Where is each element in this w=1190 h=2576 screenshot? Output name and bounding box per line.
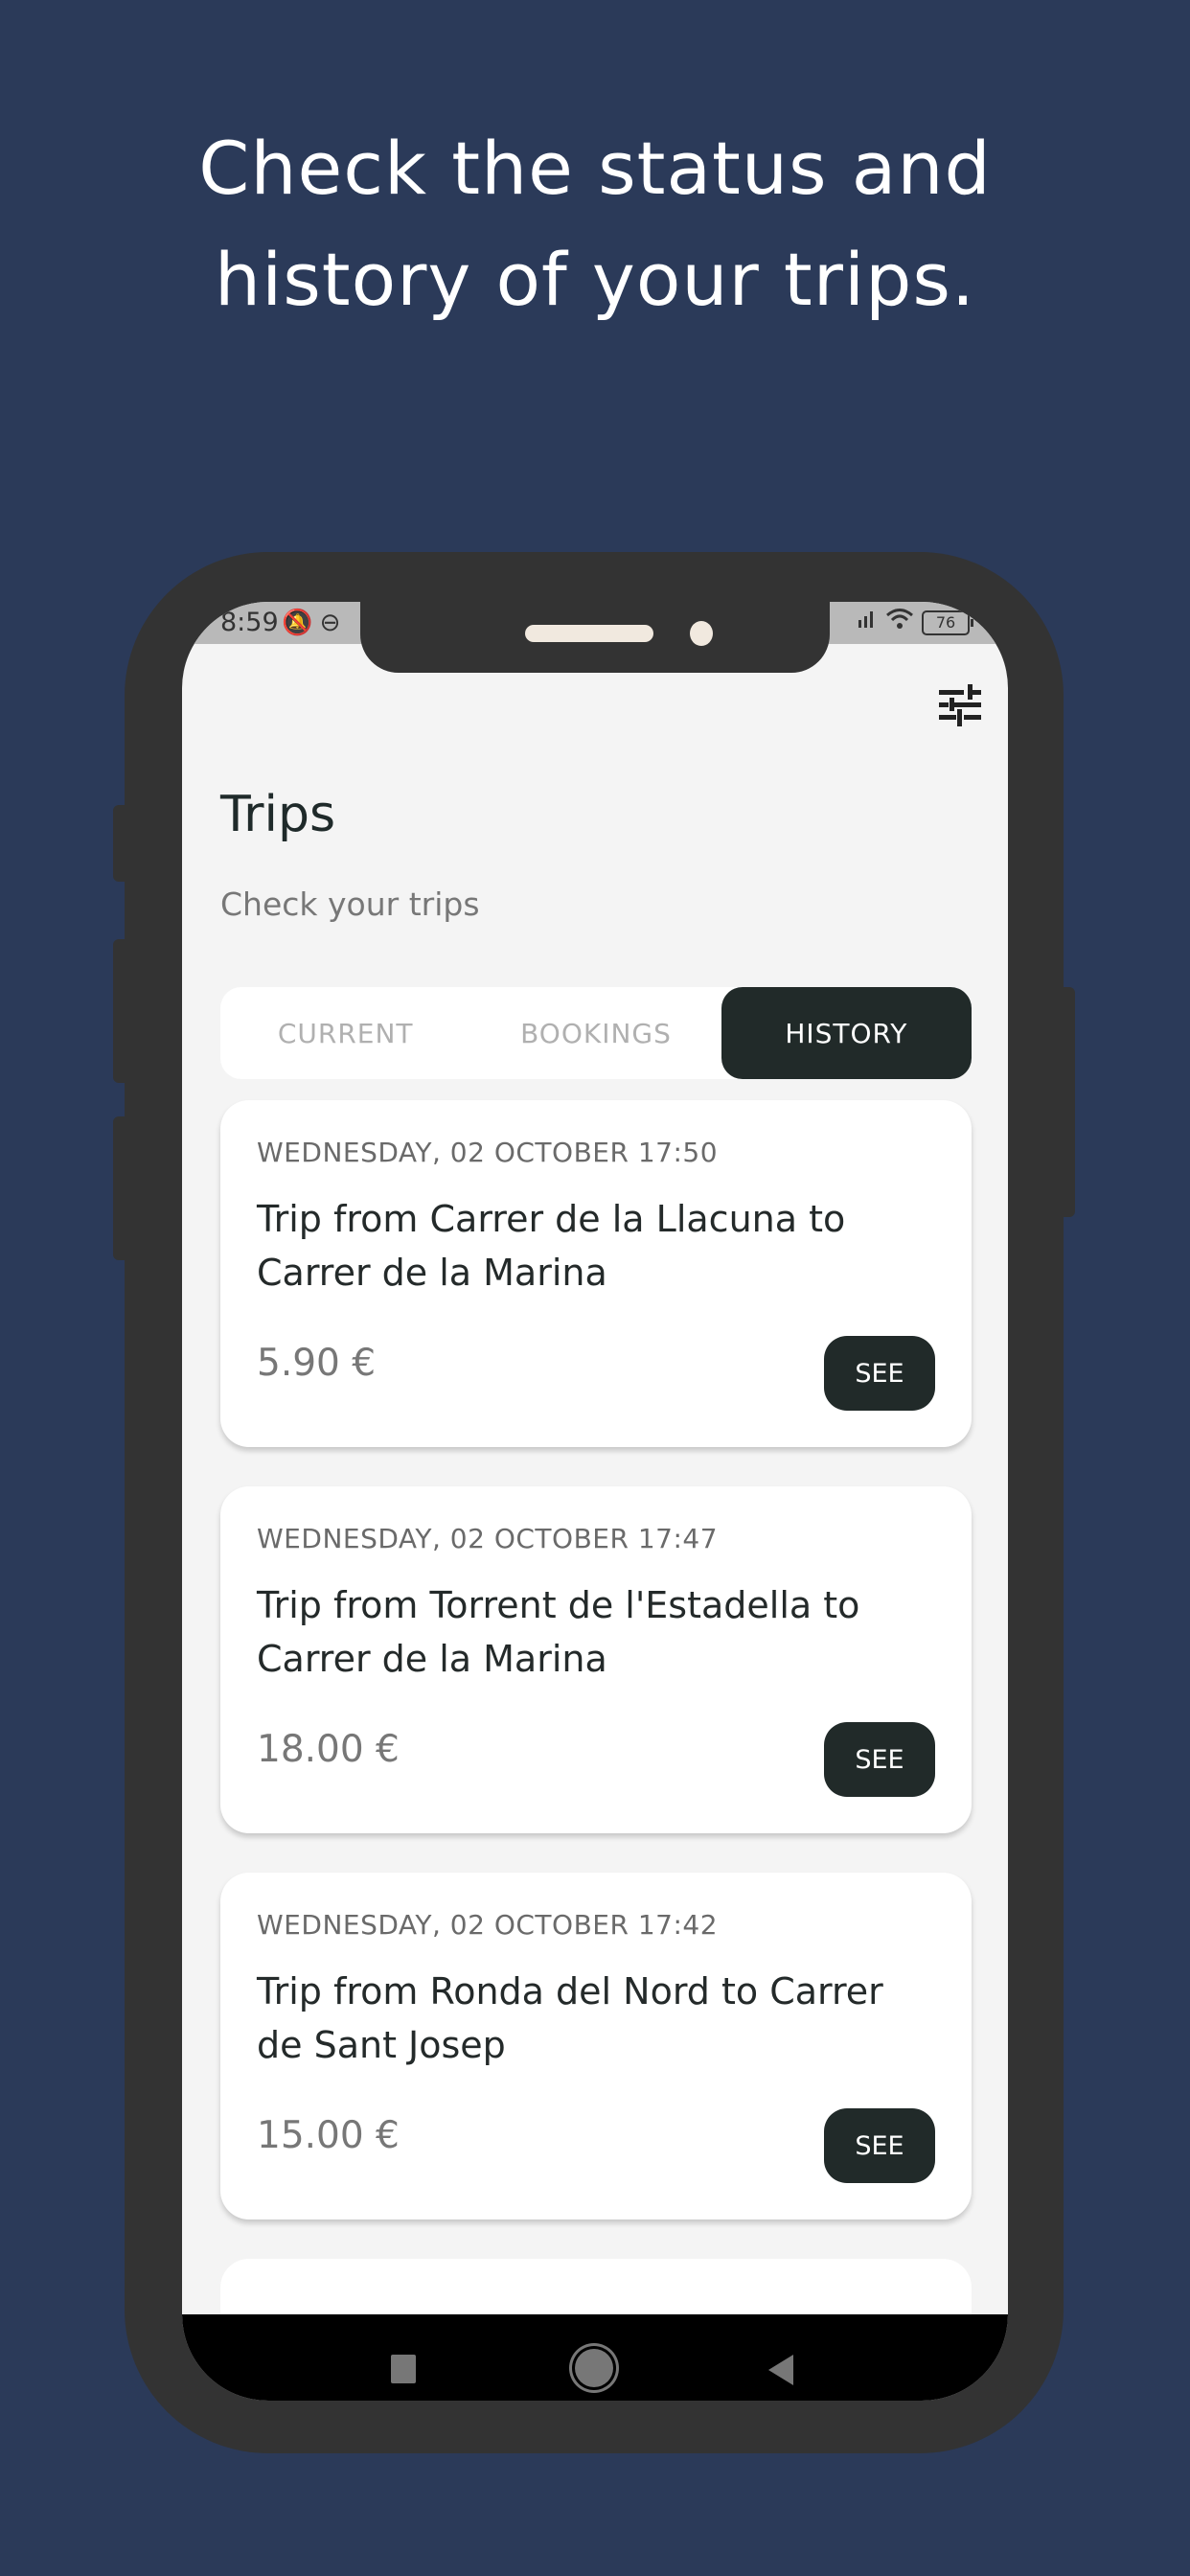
trip-title: Trip from Carrer de la Llacuna to Carrer…: [257, 1198, 846, 1294]
tab-current[interactable]: CURRENT: [220, 987, 470, 1079]
camera-notch: [360, 602, 830, 673]
trip-card: WEDNESDAY, 02 OCTOBER 17:50 Trip from Ca…: [220, 1100, 972, 1447]
promo-headline: Check the status and history of your tri…: [0, 113, 1190, 335]
tab-history[interactable]: HISTORY: [721, 987, 972, 1079]
tune-icon: [939, 684, 981, 726]
signal-icon: [857, 609, 878, 636]
trip-title: Trip from Ronda del Nord to Carrer de Sa…: [257, 1970, 883, 2066]
wifi-icon: [885, 608, 914, 637]
see-trip-button[interactable]: SEE: [824, 1336, 935, 1411]
trip-date: WEDNESDAY, 02 OCTOBER 17:42: [257, 1909, 719, 1941]
front-camera: [690, 621, 713, 646]
see-trip-button[interactable]: SEE: [824, 2108, 935, 2183]
back-icon[interactable]: [768, 2355, 793, 2385]
filter-button[interactable]: [933, 678, 987, 732]
trip-price: 15.00 €: [257, 2114, 400, 2157]
steering-wheel-icon: ⊖: [319, 608, 341, 636]
system-nav-bar: [182, 2314, 1008, 2401]
home-icon[interactable]: [575, 2349, 613, 2387]
trip-tabs: CURRENT BOOKINGS HISTORY: [220, 987, 972, 1079]
mute-icon: 🔕: [282, 608, 313, 636]
page-subtitle: Check your trips: [220, 886, 480, 923]
phone-screen: 8:59 🔕 ⊖ 76 Trips Check your trips CURRE…: [182, 602, 1008, 2401]
status-time: 8:59: [220, 608, 279, 637]
trip-price: 5.90 €: [257, 1342, 377, 1385]
page-title: Trips: [220, 786, 336, 843]
trip-date: WEDNESDAY, 02 OCTOBER 17:50: [257, 1137, 719, 1168]
see-trip-button[interactable]: SEE: [824, 1722, 935, 1797]
tab-bookings[interactable]: BOOKINGS: [470, 987, 721, 1079]
headline-line-2: history of your trips.: [214, 237, 976, 322]
recent-apps-icon[interactable]: [391, 2355, 416, 2383]
trip-card: WEDNESDAY, 02 OCTOBER 17:47 Trip from To…: [220, 1486, 972, 1833]
trip-date: WEDNESDAY, 02 OCTOBER 17:47: [257, 1523, 719, 1554]
trip-price: 18.00 €: [257, 1728, 400, 1771]
trip-card: WEDNESDAY, 02 OCTOBER 17:42 Trip from Ro…: [220, 1873, 972, 2220]
headline-line-1: Check the status and: [198, 126, 992, 211]
trip-title: Trip from Torrent de l'Estadella to Carr…: [257, 1584, 860, 1680]
speaker-grille: [525, 625, 653, 642]
battery-icon: 76: [922, 610, 973, 635]
